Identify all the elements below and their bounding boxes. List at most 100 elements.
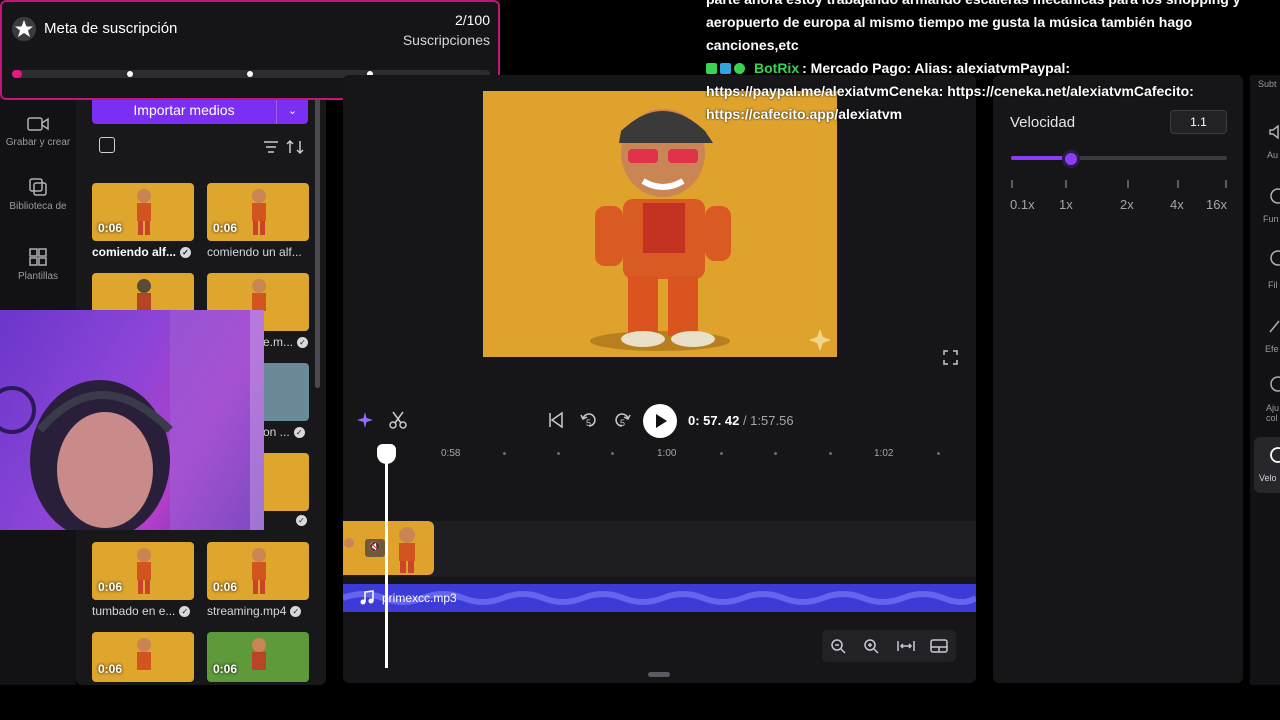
kick-badge-icon xyxy=(706,63,717,74)
media-caption: ✓ xyxy=(296,515,316,526)
rewind-seconds-label: 5 xyxy=(586,418,592,428)
media-thumbnail[interactable]: 0:06 xyxy=(92,542,194,600)
mute-icon[interactable]: 🔇 xyxy=(365,539,385,557)
import-media-button[interactable]: Importar medios ⌄ xyxy=(92,96,308,124)
zoom-out-icon[interactable] xyxy=(830,638,846,654)
caption-text: on ... xyxy=(263,425,290,439)
sparkle-icon[interactable] xyxy=(356,411,374,429)
rail-item-color[interactable]: col xyxy=(1266,413,1278,423)
subscription-progress-fill xyxy=(12,70,22,78)
character-figure xyxy=(252,189,266,235)
fade-icon[interactable] xyxy=(1268,188,1280,204)
subscription-count: 2/100 xyxy=(454,12,490,28)
fullscreen-icon[interactable] xyxy=(943,350,958,365)
check-icon: ✓ xyxy=(297,336,309,348)
chevron-down-icon[interactable]: ⌄ xyxy=(276,96,308,124)
zoom-in-icon[interactable] xyxy=(863,638,879,654)
rail-item-speed-active[interactable]: Velo xyxy=(1254,437,1280,493)
media-thumbnail[interactable] xyxy=(92,273,194,313)
speed-tick-label: 2x xyxy=(1120,197,1134,212)
caption-text: e.m... xyxy=(263,335,294,349)
speed-tick xyxy=(1127,180,1129,188)
ruler-dot xyxy=(720,452,723,455)
media-caption: comiendo un alf... xyxy=(207,245,311,259)
speed-tick xyxy=(1225,180,1227,188)
effects-icon[interactable] xyxy=(1268,318,1280,334)
speed-tick xyxy=(1065,180,1067,188)
duration-label: 0:06 xyxy=(213,221,238,235)
play-icon xyxy=(656,414,667,428)
chat-line: https://cafecito.app/alexiatvm xyxy=(706,106,903,122)
rewind-5-button[interactable]: 5 xyxy=(579,410,599,430)
media-thumbnail[interactable]: 0:06 xyxy=(207,183,309,241)
chat-line: parte ahora estoy trabajando armando esc… xyxy=(706,0,1280,11)
media-thumbnail[interactable]: 0:06 xyxy=(92,183,194,241)
check-icon: ✓ xyxy=(293,426,305,438)
media-caption: on ... ✓ xyxy=(263,425,319,439)
media-thumbnail[interactable]: 0:06 xyxy=(207,542,309,600)
play-button[interactable] xyxy=(643,404,677,438)
forward-5-button[interactable]: 5 xyxy=(612,410,632,430)
resize-handle[interactable] xyxy=(648,672,670,677)
duration-label: 0:06 xyxy=(213,580,238,594)
ruler-dot xyxy=(937,452,940,455)
rail-item-audio[interactable]: Au xyxy=(1267,150,1278,160)
character-figure xyxy=(137,279,151,311)
rail-item-speed-label: Velo xyxy=(1259,473,1277,483)
fit-timeline-icon[interactable] xyxy=(897,638,915,654)
ruler-label: 1:02 xyxy=(874,448,894,459)
video-preview[interactable] xyxy=(483,91,837,357)
properties-panel xyxy=(993,75,1243,683)
streamer-webcam-image xyxy=(0,310,264,530)
media-caption: streaming.mp4 ✓ xyxy=(207,604,311,618)
speed-icon xyxy=(1270,447,1280,463)
audio-icon[interactable] xyxy=(1268,125,1280,139)
forward-seconds-label: 5 xyxy=(620,418,626,428)
rail-item-templates[interactable]: Plantillas xyxy=(0,247,76,282)
ruler-dot xyxy=(829,452,832,455)
playhead-handle[interactable] xyxy=(377,444,396,464)
media-thumbnail[interactable]: 0:06 xyxy=(92,632,194,682)
chat-message: BotRix : Mercado Pago: Alias: alexiatvmP… xyxy=(706,57,1280,80)
ruler-dot xyxy=(503,452,506,455)
sort-filter-icon[interactable] xyxy=(262,138,308,156)
character-figure xyxy=(137,189,151,235)
progress-marker xyxy=(247,71,253,77)
current-time: 0: 57. 42 xyxy=(688,413,740,428)
ruler-dot xyxy=(774,452,777,455)
check-icon: ✓ xyxy=(290,605,302,617)
media-caption: comiendo alf... ✓ xyxy=(92,245,196,259)
playhead[interactable] xyxy=(385,446,388,668)
speed-tick-label: 4x xyxy=(1170,197,1184,212)
layout-icon[interactable] xyxy=(930,638,948,654)
video-track[interactable] xyxy=(343,521,976,577)
caption-text: comiendo un alf... xyxy=(207,245,302,259)
rail-item-filters[interactable]: Fil xyxy=(1268,280,1278,290)
media-thumbnail[interactable]: 0:06 xyxy=(207,632,309,682)
rail-item-fade[interactable]: Fun xyxy=(1263,214,1279,224)
caption-text: comiendo alf... xyxy=(92,245,177,259)
rail-item-adjust[interactable]: Aju xyxy=(1266,403,1279,413)
chat-line: https://paypal.me/alexiatvmCeneka: https… xyxy=(706,83,1194,99)
rail-item-record[interactable]: Grabar y crear xyxy=(0,115,76,148)
adjust-color-icon[interactable] xyxy=(1268,376,1280,392)
music-note-icon xyxy=(360,590,374,605)
import-media-label[interactable]: Importar medios xyxy=(92,96,276,124)
character-figure xyxy=(252,548,266,594)
library-icon xyxy=(29,178,47,196)
rail-item-effects[interactable]: Efe xyxy=(1265,344,1279,354)
rail-item-label: Biblioteca de xyxy=(9,201,67,212)
rail-item-library[interactable]: Biblioteca de xyxy=(0,177,76,212)
speed-tick xyxy=(1177,180,1179,188)
skip-back-icon[interactable] xyxy=(547,411,565,429)
chat-line: aeropuerto de europa al mismo tiempo me … xyxy=(706,14,1193,30)
speed-tick-label: 1x xyxy=(1059,197,1073,212)
select-all-checkbox[interactable] xyxy=(99,137,115,153)
check-icon: ✓ xyxy=(296,515,307,526)
rail-item-label: Grabar y crear xyxy=(5,137,71,148)
video-clip[interactable] xyxy=(343,521,434,575)
scissors-icon[interactable] xyxy=(389,411,407,429)
filters-icon[interactable] xyxy=(1268,250,1280,266)
subscription-label: Suscripciones xyxy=(402,32,490,48)
ruler-label: 0:58 xyxy=(441,448,461,459)
